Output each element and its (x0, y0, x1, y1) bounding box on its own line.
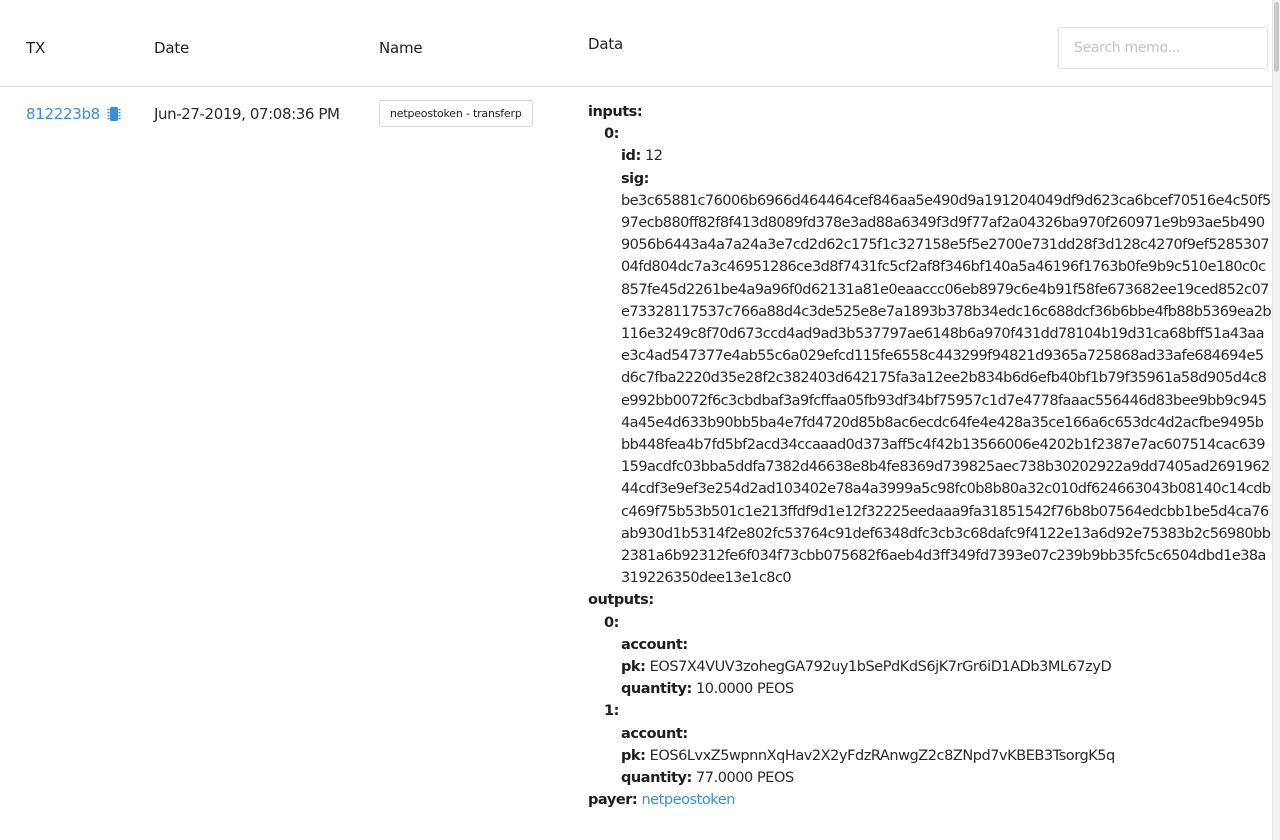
quantity-value: 10.0000 PEOS (696, 681, 794, 698)
input-item: 0: (588, 123, 1272, 145)
column-header-name: Name (379, 39, 423, 57)
output-account-field: account: (588, 634, 1272, 656)
output-pk-field: pk: EOS7X4VUV3zohegGA792uy1bSePdKdS6jK7r… (588, 656, 1272, 678)
payer-field: payer: netpeostoken (588, 789, 1272, 811)
output-quantity-field: quantity: 10.0000 PEOS (588, 678, 1272, 700)
vertical-scrollbar[interactable] (1272, 0, 1280, 840)
action-data: inputs: 0: id: 12 sig: be3c65881c76006b6… (588, 101, 1272, 812)
id-value: 12 (644, 148, 663, 165)
output-account-field: account: (588, 723, 1272, 745)
quantity-key: quantity: (621, 770, 692, 787)
output-index: 0: (604, 614, 619, 631)
column-header-date: Date (154, 39, 190, 57)
tx-date: Jun-27-2019, 07:08:36 PM (154, 105, 340, 123)
input-index: 0: (604, 126, 619, 143)
inputs-label: inputs: (588, 104, 643, 120)
pk-key: pk: (621, 659, 646, 676)
payer-account-link[interactable]: netpeostoken (641, 792, 735, 808)
quantity-value: 77.0000 PEOS (696, 770, 794, 787)
input-id-field: id: 12 (588, 145, 1272, 167)
output-index: 1: (604, 703, 619, 720)
sig-value: be3c65881c76006b6966d464464cef846aa5e490… (621, 192, 1272, 587)
input-sig-field: sig: (588, 168, 1272, 190)
transaction-table-page: TX Date Name Data 812223b8 Jun-27-2019, … (0, 0, 1280, 840)
pk-key: pk: (621, 747, 646, 764)
table-header: TX Date Name Data (0, 0, 1272, 87)
tx-hash-link[interactable]: 812223b8 (26, 105, 100, 123)
column-header-tx: TX (26, 39, 46, 57)
payer-key: payer: (588, 792, 638, 809)
action-name-tag[interactable]: netpeostoken - transferp (379, 100, 533, 127)
pk-value: EOS7X4VUV3zohegGA792uy1bSePdKdS6jK7rGr6i… (649, 659, 1112, 676)
pk-value: EOS6LvxZ5wpnnXqHav2X2yFdzRAnwgZ2c8ZNpd7v… (649, 747, 1116, 764)
quantity-key: quantity: (621, 681, 692, 698)
account-key: account: (621, 725, 688, 742)
output-item: 1: (588, 700, 1272, 722)
chip-icon[interactable] (107, 106, 121, 122)
output-quantity-field: quantity: 77.0000 PEOS (588, 767, 1272, 789)
account-key: account: (621, 636, 688, 653)
output-item: 0: (588, 612, 1272, 634)
inputs-section: inputs: (588, 101, 1272, 123)
column-header-data: Data (588, 35, 624, 53)
output-pk-field: pk: EOS6LvxZ5wpnnXqHav2X2yFdzRAnwgZ2c8ZN… (588, 745, 1272, 767)
outputs-label: outputs: (588, 592, 654, 609)
search-memo-input[interactable] (1058, 27, 1268, 69)
outputs-section: outputs: (588, 589, 1272, 611)
sig-key: sig: (621, 170, 649, 187)
id-key: id: (621, 148, 641, 165)
scrollbar-thumb[interactable] (1274, 2, 1279, 72)
